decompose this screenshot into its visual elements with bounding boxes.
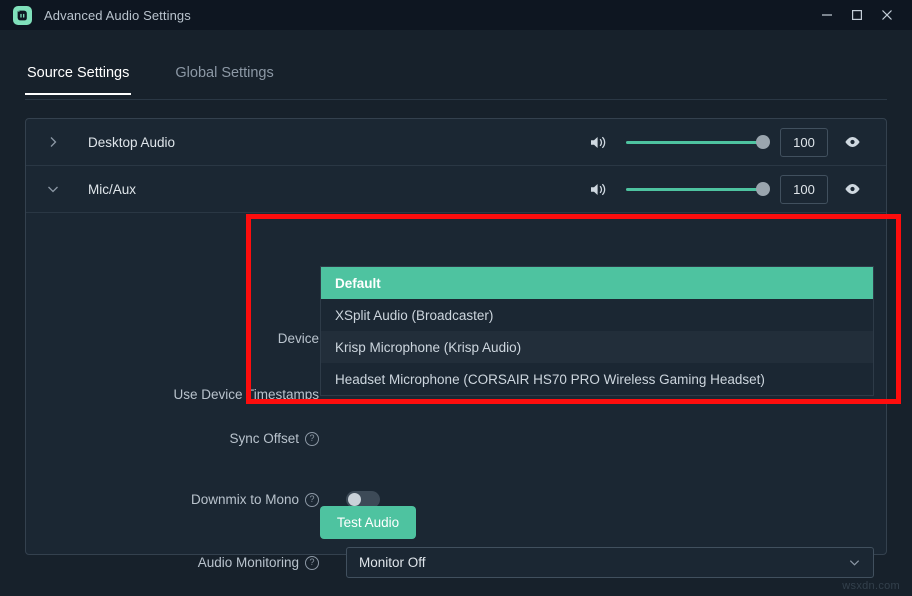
slider-track	[626, 141, 768, 144]
use-device-timestamps-row: Use Device Timestamps	[26, 387, 346, 402]
downmix-to-mono-label: Downmix to Mono ?	[26, 492, 319, 507]
help-circle-icon[interactable]: ?	[305, 556, 319, 570]
advanced-audio-settings-window: Advanced Audio Settings Source Settings …	[0, 0, 912, 596]
audio-monitoring-select[interactable]: Monitor Off	[346, 547, 874, 578]
device-dropdown-list[interactable]: Default XSplit Audio (Broadcaster) Krisp…	[320, 266, 874, 396]
audio-monitoring-row: Audio Monitoring ? Monitor Off	[26, 547, 876, 578]
chevron-down-icon	[848, 556, 861, 569]
eye-icon[interactable]	[844, 183, 861, 195]
test-audio-button[interactable]: Test Audio	[320, 506, 416, 539]
window-title: Advanced Audio Settings	[44, 8, 191, 23]
source-name: Mic/Aux	[88, 182, 136, 197]
source-controls: 100	[590, 128, 886, 157]
title-bar: Advanced Audio Settings	[0, 0, 912, 30]
slider-knob[interactable]	[756, 182, 770, 196]
settings-tabs: Source Settings Global Settings	[25, 52, 887, 100]
minimize-icon[interactable]	[812, 0, 842, 30]
volume-slider[interactable]	[626, 179, 768, 199]
use-device-timestamps-label: Use Device Timestamps	[26, 387, 319, 402]
watermark: wsxdn.com	[842, 580, 900, 592]
toggle-knob	[348, 493, 361, 506]
audio-monitoring-value: Monitor Off	[359, 555, 426, 570]
downmix-to-mono-text: Downmix to Mono	[191, 492, 299, 507]
dropdown-option-headset-microphone[interactable]: Headset Microphone (CORSAIR HS70 PRO Wir…	[321, 363, 873, 395]
volume-value-input[interactable]: 100	[780, 128, 828, 157]
source-row-mic-aux[interactable]: Mic/Aux 100	[26, 166, 886, 213]
sync-offset-label: Sync Offset ?	[26, 431, 319, 446]
sync-offset-text: Sync Offset	[229, 431, 299, 446]
dropdown-option-xsplit-audio[interactable]: XSplit Audio (Broadcaster)	[321, 299, 873, 331]
help-circle-icon[interactable]: ?	[305, 493, 319, 507]
window-controls	[812, 0, 912, 30]
slider-track	[626, 188, 768, 191]
close-icon[interactable]	[872, 0, 902, 30]
dropdown-option-krisp-microphone[interactable]: Krisp Microphone (Krisp Audio)	[321, 331, 873, 363]
volume-value-input[interactable]: 100	[780, 175, 828, 204]
chevron-down-icon[interactable]	[45, 181, 61, 197]
speaker-icon[interactable]	[590, 182, 607, 197]
help-circle-icon[interactable]: ?	[305, 432, 319, 446]
speaker-icon[interactable]	[590, 135, 607, 150]
eye-icon[interactable]	[844, 136, 861, 148]
slider-knob[interactable]	[756, 135, 770, 149]
tab-global-settings[interactable]: Global Settings	[173, 52, 275, 94]
source-row-desktop-audio[interactable]: Desktop Audio 100	[26, 119, 886, 166]
source-name: Desktop Audio	[88, 135, 175, 150]
sync-offset-row: Sync Offset ?	[26, 431, 346, 446]
audio-monitoring-text: Audio Monitoring	[198, 555, 299, 570]
chevron-right-icon[interactable]	[45, 134, 61, 150]
dropdown-option-default[interactable]: Default	[321, 267, 873, 299]
maximize-icon[interactable]	[842, 0, 872, 30]
audio-monitoring-label: Audio Monitoring ?	[26, 555, 319, 570]
tab-source-settings[interactable]: Source Settings	[25, 52, 131, 94]
device-label: Device	[26, 331, 319, 346]
source-controls: 100	[590, 175, 886, 204]
streamlabs-logo-icon	[13, 6, 32, 25]
volume-slider[interactable]	[626, 132, 768, 152]
